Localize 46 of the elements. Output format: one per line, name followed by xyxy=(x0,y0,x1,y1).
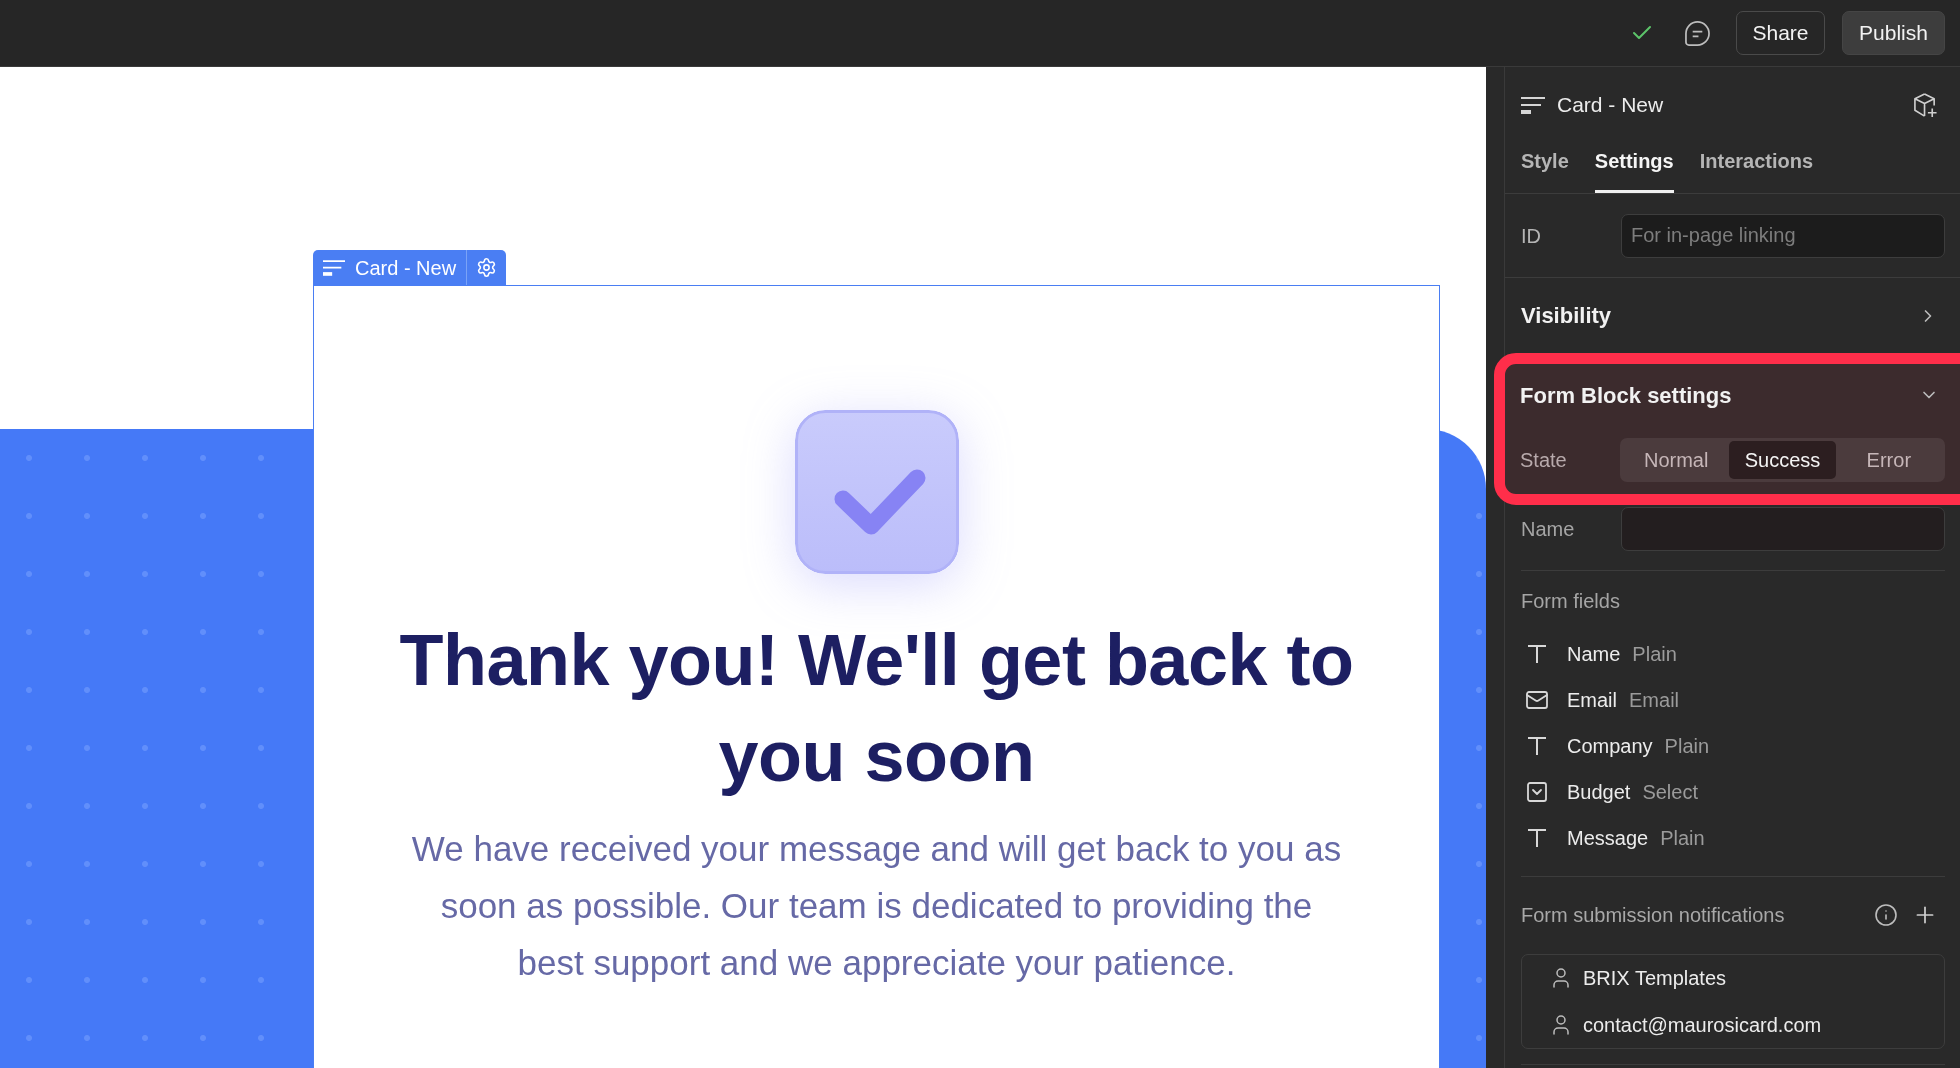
field-name[interactable]: Message xyxy=(1567,823,1649,853)
select-box-icon xyxy=(1525,780,1549,804)
recipient-name[interactable]: BRIX Templates xyxy=(1583,963,1727,994)
state-label: State xyxy=(1520,448,1568,473)
field-type: Plain xyxy=(1660,826,1705,851)
id-label: ID xyxy=(1521,223,1542,249)
text-type-icon xyxy=(1528,829,1546,847)
visibility-heading[interactable]: Visibility xyxy=(1521,299,1612,332)
field-name[interactable]: Email xyxy=(1567,685,1617,715)
panel-tab[interactable]: Settings xyxy=(1594,143,1674,193)
success-message: We have received your message and will get back to you as soon as possible. Our team is dedicated to providing the best support and we appreciate your patience. xyxy=(410,828,1343,984)
panel-tab[interactable]: Interactions xyxy=(1699,143,1814,193)
id-input-field[interactable]: For in-page linking xyxy=(1621,213,1945,258)
field-type: Plain xyxy=(1664,734,1710,759)
field-name[interactable]: Budget xyxy=(1567,777,1631,807)
state-option[interactable]: Normal xyxy=(1623,441,1730,479)
text-type-icon xyxy=(1528,645,1546,663)
field-name[interactable]: Company xyxy=(1567,731,1653,761)
panel-title: Card - New xyxy=(1557,92,1664,119)
notifications-label: Form submission notifications xyxy=(1521,903,1786,928)
info-icon[interactable] xyxy=(1874,903,1898,927)
comment-icon[interactable] xyxy=(1685,20,1710,46)
envelope-icon xyxy=(1525,688,1549,712)
field-type: Select xyxy=(1642,780,1698,805)
share-button[interactable]: Share xyxy=(1736,11,1825,55)
cube-plus-icon[interactable] xyxy=(1913,92,1938,118)
checkmark-tile-icon xyxy=(794,410,959,574)
field-type: Email xyxy=(1629,688,1680,713)
selection-label-text: Card - New xyxy=(355,255,457,281)
selection-label[interactable]: Card - New xyxy=(313,250,507,285)
form-block-heading[interactable]: Form Block settings xyxy=(1520,378,1732,412)
settings-icon[interactable] xyxy=(476,257,498,278)
name-input-field[interactable] xyxy=(1621,507,1945,551)
state-option[interactable]: Success xyxy=(1729,441,1836,479)
state-option[interactable]: Error xyxy=(1835,441,1942,479)
text-type-icon xyxy=(1528,737,1546,755)
field-type: Plain xyxy=(1632,642,1677,667)
recipient-name[interactable]: contact@maurosicard.com xyxy=(1583,1009,1822,1040)
form-fields-heading: Form fields xyxy=(1521,589,1620,614)
lines-icon xyxy=(323,259,345,276)
panel-tab[interactable]: Style xyxy=(1521,143,1569,193)
name-label: Name xyxy=(1521,517,1576,542)
field-name[interactable]: Name xyxy=(1567,639,1621,669)
publish-button[interactable]: Publish xyxy=(1842,11,1945,55)
lines-icon xyxy=(1521,96,1545,114)
success-heading: Thank you! We'll get back to you soon xyxy=(398,619,1355,798)
